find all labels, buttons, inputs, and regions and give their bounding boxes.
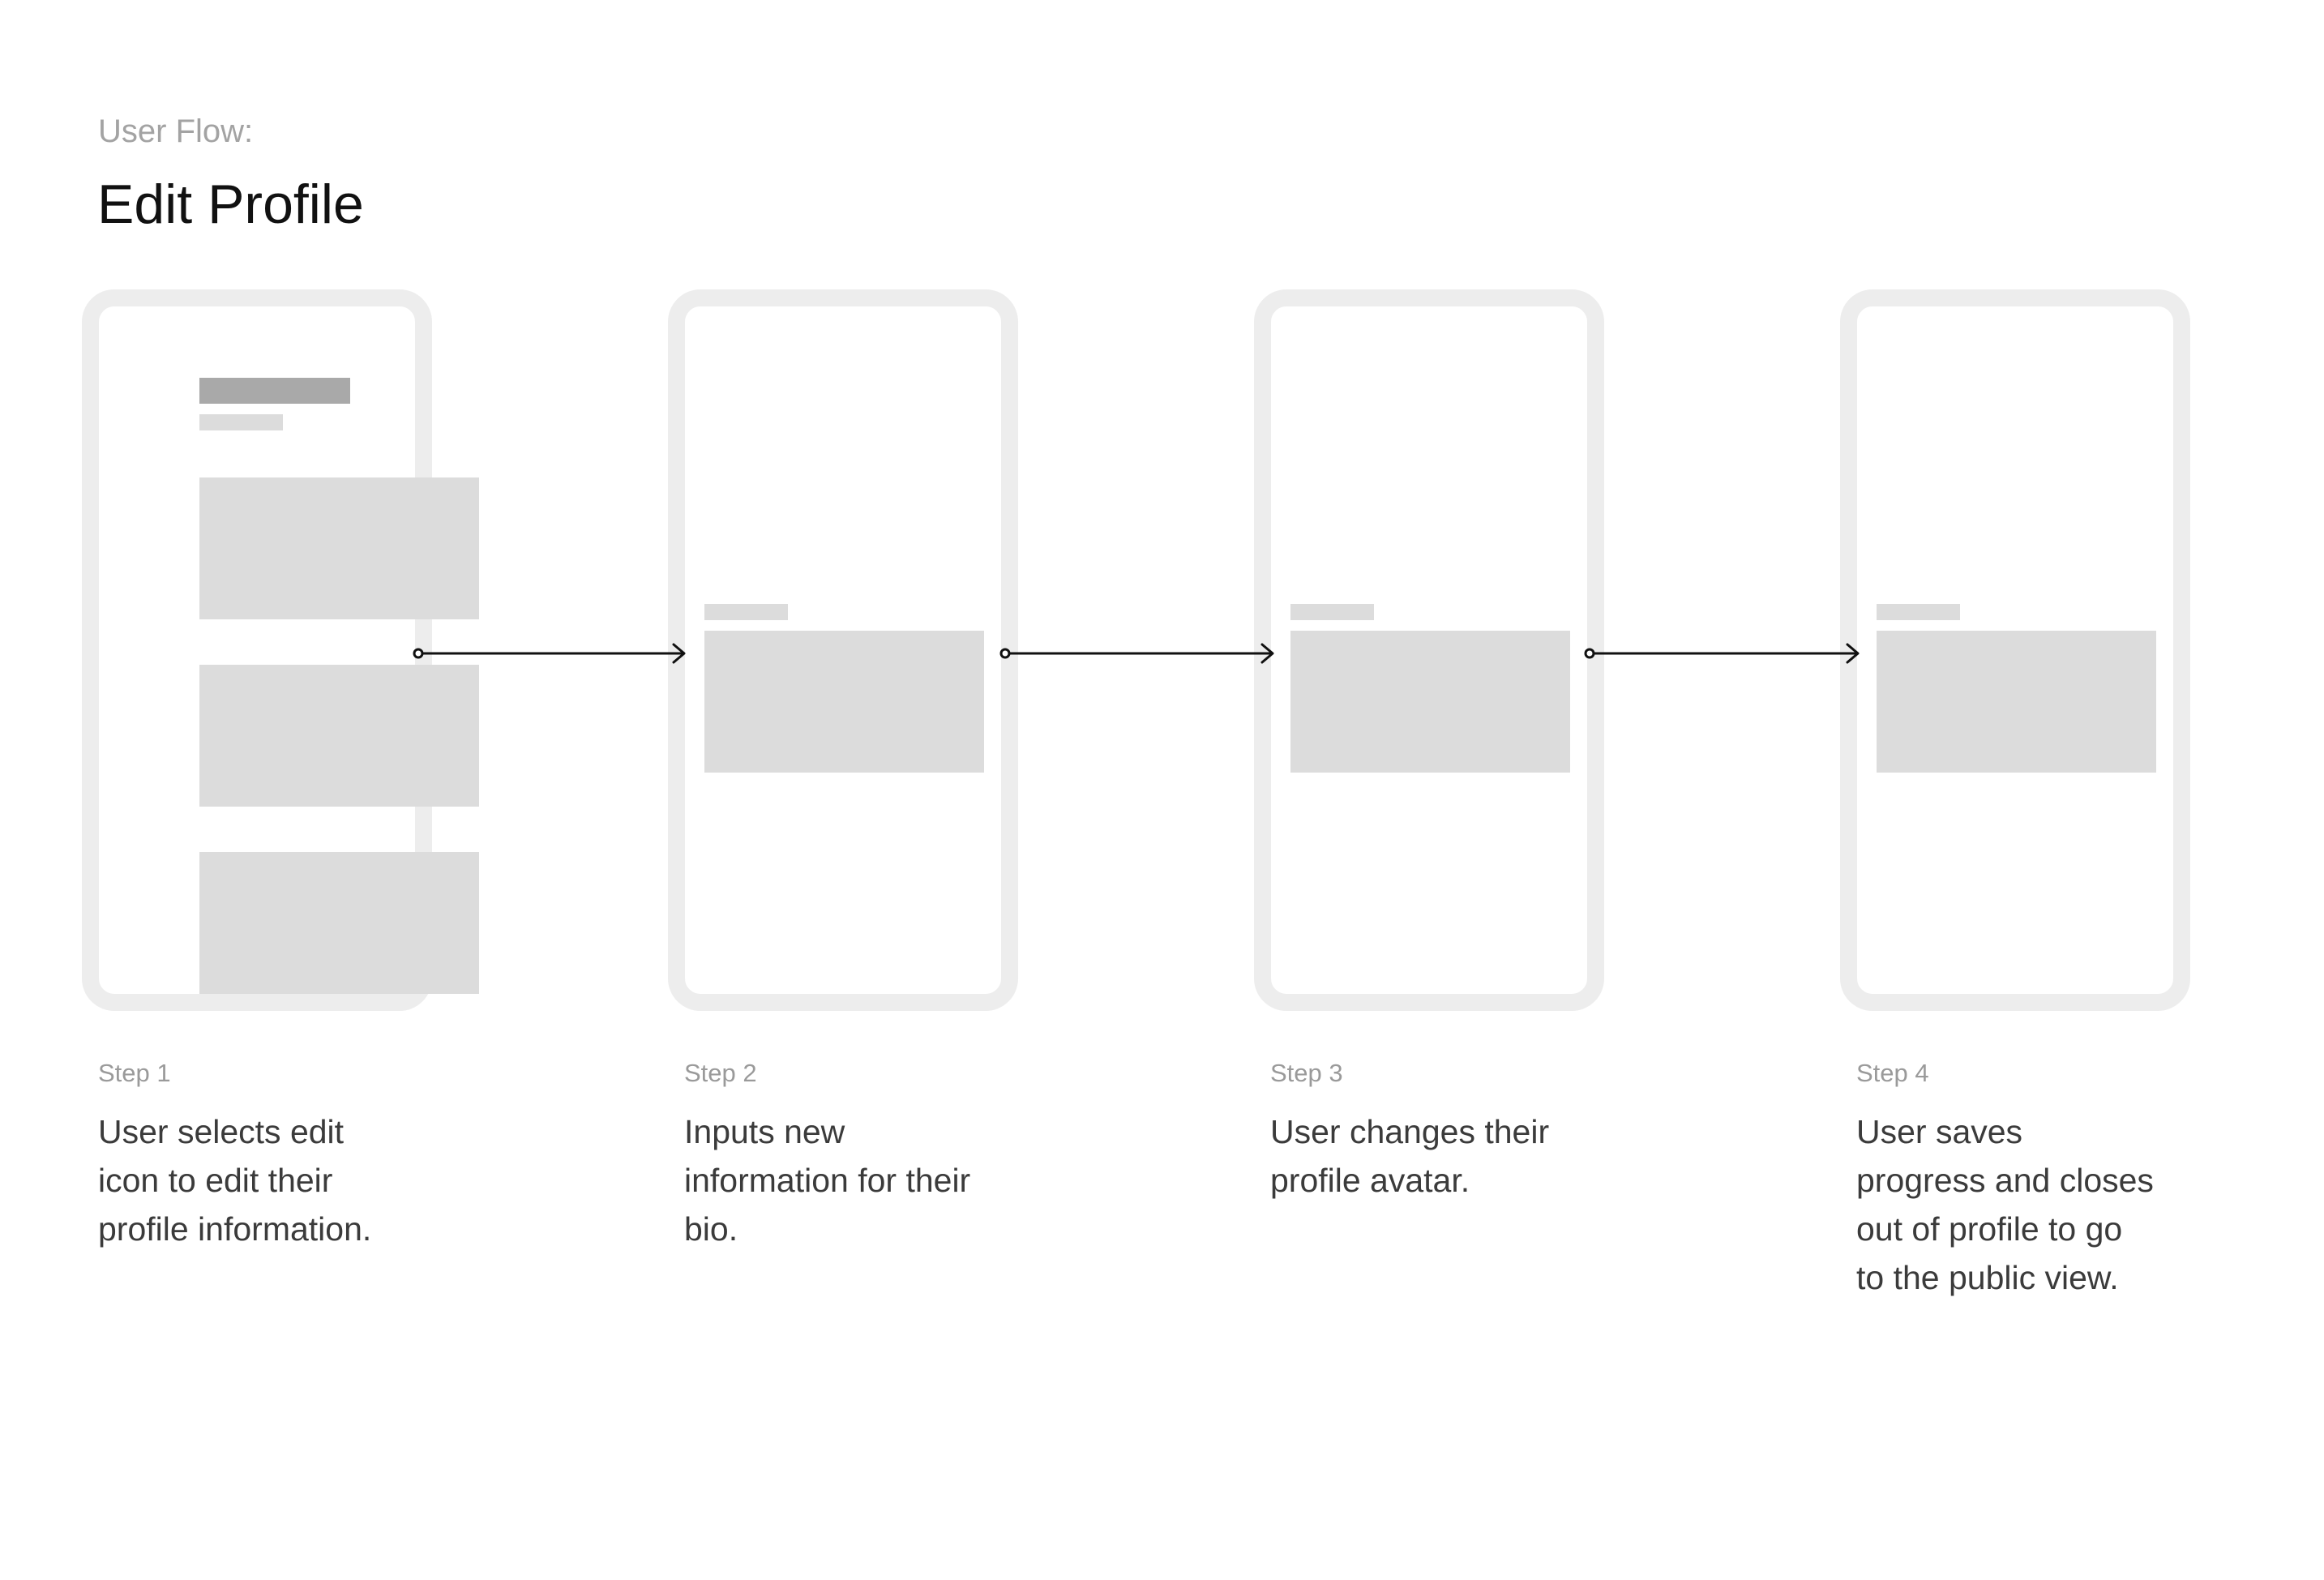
step-3-description: User changes their profile avatar. (1270, 1107, 1611, 1205)
description-line: profile information. (98, 1210, 372, 1248)
description-line: progress and closes (1856, 1162, 2154, 1199)
description-line: icon to edit their (98, 1162, 333, 1199)
description-line: User selects edit (98, 1113, 345, 1150)
field-label-placeholder (1290, 604, 1374, 620)
description-line: to the public view. (1856, 1259, 2119, 1296)
connector-step-3-to-4 (1584, 643, 1860, 664)
step-3-label: Step 3 (1270, 1059, 1343, 1087)
description-line: User changes their (1270, 1113, 1550, 1150)
step-1-screen (82, 289, 479, 1011)
field-label-placeholder (704, 604, 788, 620)
description-line: User saves (1856, 1113, 2023, 1150)
description-line: Inputs new (684, 1113, 845, 1150)
field-label-placeholder (1877, 604, 1960, 620)
step-1-description: User selects edit icon to edit their pro… (98, 1107, 439, 1253)
flow-title: Edit Profile (97, 173, 364, 235)
description-line: bio. (684, 1210, 738, 1248)
subtitle-placeholder (199, 414, 283, 430)
step-2-label: Step 2 (684, 1059, 757, 1087)
step-1-label: Step 1 (98, 1059, 171, 1087)
description-line: out of profile to go (1856, 1210, 2123, 1248)
description-line: profile avatar. (1270, 1162, 1470, 1199)
step-4-screen (1840, 289, 2190, 1011)
step-3-screen (1254, 289, 1604, 1011)
step-2-screen (668, 289, 1018, 1011)
step-4-description: User saves progress and closes out of pr… (1856, 1107, 2197, 1302)
connector-step-2-to-3 (999, 643, 1274, 664)
flow-label: User Flow: (98, 113, 254, 149)
field-placeholder (1290, 631, 1570, 773)
description-line: information for their (684, 1162, 971, 1199)
step-4-label: Step 4 (1856, 1059, 1929, 1087)
field-placeholder (1877, 631, 2156, 773)
step-2-description: Inputs new information for their bio. (684, 1107, 1025, 1253)
connector-step-1-to-2 (413, 643, 686, 664)
card-placeholder (199, 852, 479, 994)
field-placeholder (704, 631, 984, 773)
card-placeholder (199, 665, 479, 807)
title-placeholder (199, 378, 350, 404)
card-placeholder (199, 477, 479, 619)
